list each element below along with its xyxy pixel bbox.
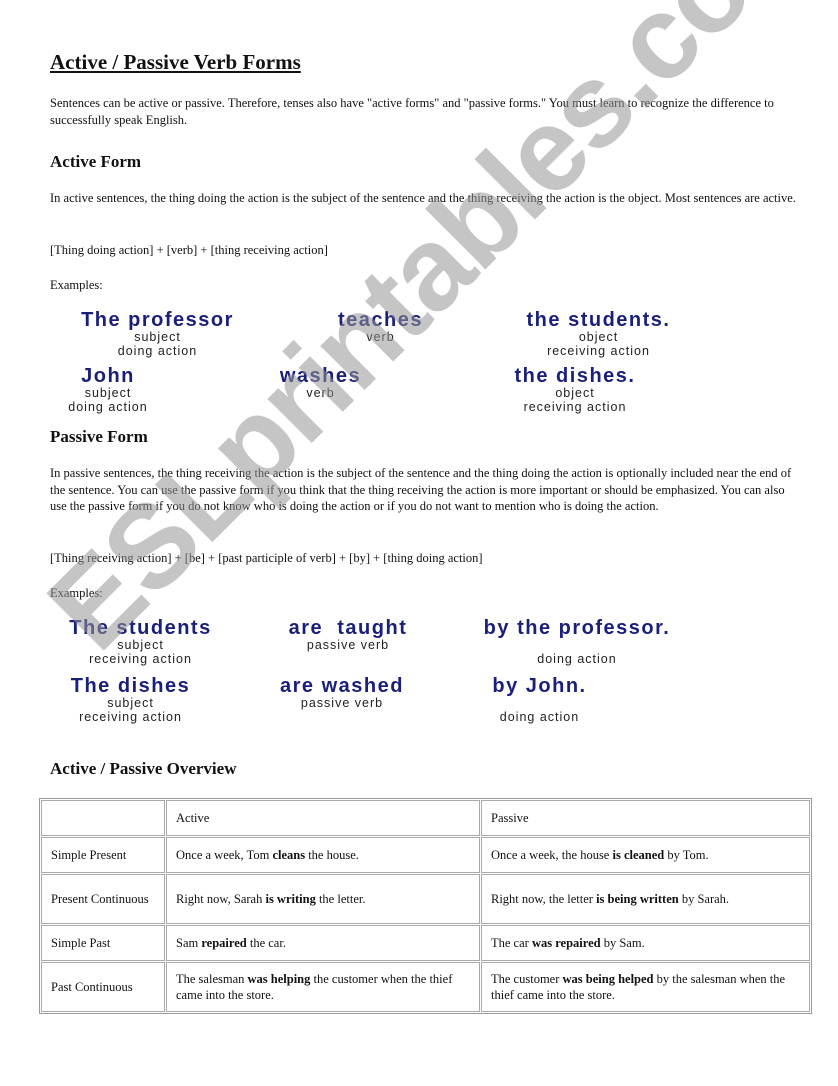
example-role-label <box>462 638 692 652</box>
verb-highlight: repaired <box>201 936 247 950</box>
example-object: the students. object receiving action <box>496 310 701 358</box>
example-role-label: doing action <box>117 344 198 358</box>
active-cell: Sam repaired the car. <box>166 925 480 961</box>
sentence-text: by Sarah. <box>678 892 730 906</box>
passive-form-heading: Passive Form <box>50 427 148 446</box>
verb-highlight: cleans <box>272 848 306 862</box>
active-cell: Once a week, Tom cleans the house. <box>166 837 480 873</box>
verb-highlight: is writing <box>265 892 316 906</box>
example-role-label: doing action <box>499 710 580 724</box>
table-header-row: Active Passive <box>41 800 810 836</box>
sentence-text: Once a week, the house <box>491 848 613 862</box>
example-role-label <box>482 696 597 710</box>
sentence-text: Right now, the letter <box>491 892 597 906</box>
example-role-label: receiving action <box>523 400 627 414</box>
example-phrase: by the professor. <box>483 617 671 639</box>
example-verb: teaches verb <box>318 310 443 344</box>
column-header: Passive <box>481 800 810 836</box>
passive-cell: The car was repaired by Sam. <box>481 925 810 961</box>
intro-paragraph: Sentences can be active or passive. Ther… <box>50 96 774 127</box>
example-role-label: subject <box>117 638 164 652</box>
example-role-label: receiving action <box>79 710 182 724</box>
verb-highlight: was repaired <box>531 936 601 950</box>
example-phrase: are taught <box>288 617 408 639</box>
example-phrase: are washed <box>280 675 404 697</box>
sentence-text: by Sam. <box>600 936 645 950</box>
passive-cell: The customer was being helped by the sal… <box>481 962 810 1012</box>
sentence-text: the house. <box>305 848 359 862</box>
overview-heading: Active / Passive Overview <box>50 759 237 778</box>
example-subject: John subject doing action <box>48 366 168 414</box>
example-role-label: receiving action <box>89 652 192 666</box>
example-agent: by John. doing action <box>482 676 597 724</box>
tense-cell: Past Continuous <box>41 962 165 1012</box>
verb-highlight: is cleaned <box>612 848 665 862</box>
page-title: Active / Passive Verb Forms <box>50 50 301 74</box>
column-header <box>41 800 165 836</box>
example-subject: The professor subject doing action <box>50 310 265 358</box>
active-examples-label: Examples: <box>50 278 103 292</box>
example-phrase: The professor <box>81 309 234 331</box>
example-role-label: object <box>555 386 595 400</box>
sentence-text: The salesman <box>176 972 248 986</box>
passive-formula: [Thing receiving action] + [be] + [past … <box>50 551 483 565</box>
example-phrase: teaches <box>338 309 423 331</box>
example-role-label: subject <box>134 330 181 344</box>
passive-description: In passive sentences, the thing receivin… <box>50 466 792 513</box>
table-row: Simple Present Once a week, Tom cleans t… <box>41 837 810 873</box>
sentence-text: Right now, Sarah <box>176 892 266 906</box>
tense-cell: Simple Present <box>41 837 165 873</box>
verb-highlight: is being written <box>596 892 679 906</box>
tense-cell: Simple Past <box>41 925 165 961</box>
example-phrase: the dishes. <box>514 365 636 387</box>
passive-examples-label: Examples: <box>50 586 103 600</box>
example-role-label: passive verb <box>306 638 390 652</box>
passive-cell: Once a week, the house is cleaned by Tom… <box>481 837 810 873</box>
example-verb: washes verb <box>258 366 383 400</box>
sentence-text: Sam <box>176 936 202 950</box>
example-phrase: The students <box>69 617 212 639</box>
sentence-text: the car. <box>246 936 286 950</box>
passive-cell: Right now, the letter is being written b… <box>481 874 810 924</box>
sentence-text: The car <box>491 936 532 950</box>
example-role-label: receiving action <box>547 344 650 358</box>
example-phrase: John <box>81 365 135 387</box>
sentence-text: by Tom. <box>664 848 709 862</box>
sentence-text: Once a week, Tom <box>176 848 273 862</box>
active-cell: Right now, Sarah is writing the letter. <box>166 874 480 924</box>
example-verb: are taught passive verb <box>268 618 428 652</box>
active-form-heading: Active Form <box>50 152 142 171</box>
verb-highlight: was being helped <box>562 972 654 986</box>
overview-table: Active Passive Simple Present Once a wee… <box>39 798 812 1014</box>
example-phrase: by John. <box>492 675 587 697</box>
example-role-label: verb <box>306 386 335 400</box>
example-phrase: washes <box>279 365 362 387</box>
example-role-label: doing action <box>537 652 617 666</box>
example-role-label: subject <box>107 696 154 710</box>
example-role-label: verb <box>366 330 395 344</box>
example-agent: by the professor. doing action <box>462 618 692 666</box>
sentence-text: The customer <box>491 972 563 986</box>
active-formula: [Thing doing action] + [verb] + [thing r… <box>50 243 328 257</box>
example-role-label: doing action <box>68 400 148 414</box>
example-role-label: object <box>578 330 619 344</box>
example-object: the dishes. object receiving action <box>490 366 660 414</box>
active-cell: The salesman was helping the customer wh… <box>166 962 480 1012</box>
example-phrase: the students. <box>526 309 671 331</box>
table-row: Simple Past Sam repaired the car. The ca… <box>41 925 810 961</box>
example-verb: are washed passive verb <box>258 676 426 710</box>
example-phrase: The dishes <box>70 675 191 697</box>
example-role-label: subject <box>84 386 132 400</box>
tense-cell: Present Continuous <box>41 874 165 924</box>
table-row: Past Continuous The salesman was helping… <box>41 962 810 1012</box>
example-subject: The dishes subject receiving action <box>48 676 213 724</box>
active-description: In active sentences, the thing doing the… <box>50 191 796 205</box>
table-row: Present Continuous Right now, Sarah is w… <box>41 874 810 924</box>
sentence-text: the letter. <box>315 892 366 906</box>
example-subject: The students subject receiving action <box>48 618 233 666</box>
verb-highlight: was helping <box>247 972 311 986</box>
example-role-label: passive verb <box>300 696 384 710</box>
column-header: Active <box>166 800 480 836</box>
